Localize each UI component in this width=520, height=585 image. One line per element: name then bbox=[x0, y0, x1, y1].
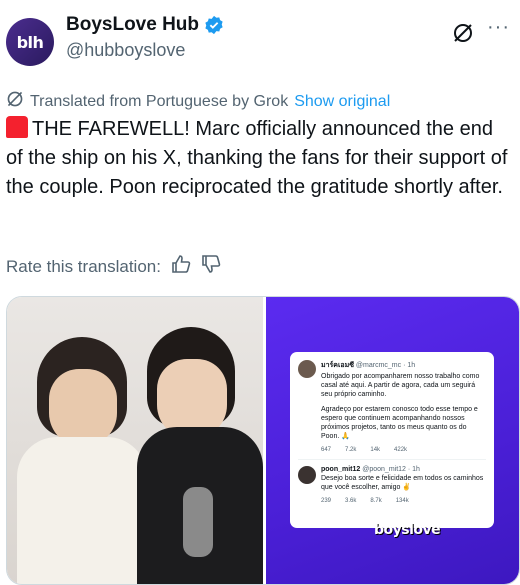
rate-translation: Rate this translation: bbox=[6, 254, 221, 279]
post-2-handle: @poon_mit12 · 1h bbox=[362, 466, 420, 473]
thumbs-up-icon[interactable] bbox=[171, 254, 191, 279]
avatar-text: blh bbox=[16, 32, 44, 52]
tweet-body: THE FAREWELL! Marc officially announced … bbox=[6, 118, 508, 198]
post-1-text-2: Agradeço por estarem conosco todo esse t… bbox=[321, 406, 478, 440]
avatar bbox=[298, 466, 316, 484]
verified-badge-icon bbox=[204, 15, 224, 35]
post-2-name: poon_mit12 bbox=[321, 466, 361, 473]
post-1-text-1: Obrigado por acompanharem nosso trabalho… bbox=[321, 373, 480, 398]
view-count: 422k bbox=[394, 447, 408, 453]
post-1-name: มาร์คเอมซี bbox=[321, 362, 354, 369]
author-handle[interactable]: @hubboyslove bbox=[66, 40, 224, 61]
siren-icon bbox=[6, 116, 28, 138]
media-grid: มาร์คเอมซี @marcmc_mc · 1h Obrigado por … bbox=[6, 296, 520, 585]
translation-note-text: Translated from Portuguese by Grok bbox=[30, 92, 289, 110]
photo-marc-and-poon[interactable] bbox=[7, 297, 263, 584]
repost-count: 7.2k bbox=[345, 447, 357, 453]
avatar bbox=[298, 360, 316, 378]
shirt-print bbox=[183, 487, 213, 557]
screenshot-of-posts[interactable]: มาร์คเอมซี @marcmc_mc · 1h Obrigado por … bbox=[266, 297, 519, 584]
rate-label: Rate this translation: bbox=[6, 256, 161, 276]
author-display-name[interactable]: BoysLove Hub bbox=[66, 14, 199, 36]
like-count: 14k bbox=[370, 447, 381, 453]
grok-icon bbox=[6, 90, 24, 113]
post-2-stats: 239 3.6k 8.7k 134k bbox=[321, 498, 486, 504]
post-2-text: Desejo boa sorte e felicidade em todos o… bbox=[321, 475, 484, 491]
posts-card: มาร์คเอมซี @marcmc_mc · 1h Obrigado por … bbox=[290, 352, 494, 528]
view-count: 134k bbox=[395, 498, 409, 504]
reply-count: 647 bbox=[321, 447, 332, 453]
post-1-handle: @marcmc_mc · 1h bbox=[355, 362, 416, 369]
repost-count: 3.6k bbox=[345, 498, 357, 504]
post-2: poon_mit12 @poon_mit12 · 1h Desejo boa s… bbox=[298, 466, 486, 504]
reply-count: 239 bbox=[321, 498, 332, 504]
watermark-logo: boyslove bbox=[374, 522, 441, 538]
tweet-text: THE FAREWELL! Marc officially announced … bbox=[6, 115, 511, 202]
author-block[interactable]: BoysLove Hub @hubboyslove bbox=[66, 14, 224, 61]
thumbs-down-icon[interactable] bbox=[201, 254, 221, 279]
author-display-name-row[interactable]: BoysLove Hub bbox=[66, 14, 224, 36]
more-options-icon[interactable]: ··· bbox=[487, 16, 510, 39]
divider bbox=[298, 459, 486, 460]
person-left-face bbox=[49, 369, 117, 447]
translation-note: Translated from Portuguese by Grok Show … bbox=[6, 90, 390, 113]
person-left-jacket bbox=[17, 437, 147, 584]
post-1-stats: 647 7.2k 14k 422k bbox=[321, 447, 486, 453]
show-original-link[interactable]: Show original bbox=[294, 93, 390, 111]
tweet-header: blh BoysLove Hub @hubboyslove ··· bbox=[6, 14, 510, 70]
like-count: 8.7k bbox=[370, 498, 382, 504]
avatar[interactable]: blh bbox=[6, 18, 54, 66]
grok-icon[interactable] bbox=[452, 22, 474, 44]
post-1: มาร์คเอมซี @marcmc_mc · 1h Obrigado por … bbox=[298, 360, 486, 453]
